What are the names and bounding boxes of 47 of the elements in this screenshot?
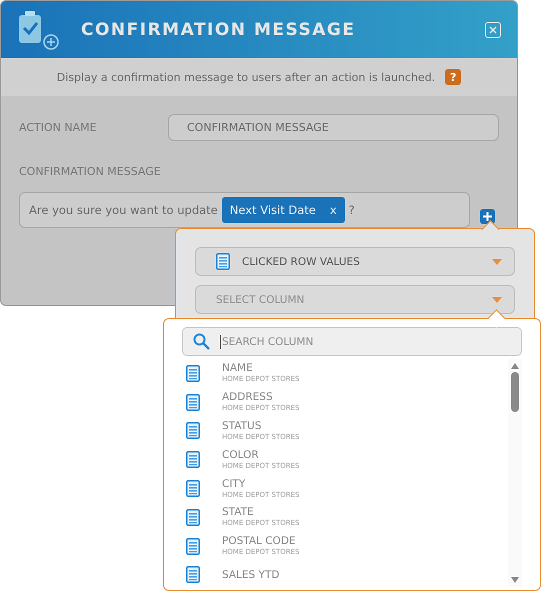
- action-name-field[interactable]: CONFIRMATION MESSAGE: [168, 114, 499, 141]
- remove-tag-button[interactable]: x: [330, 203, 337, 217]
- document-icon: [186, 364, 200, 382]
- column-option[interactable]: SALES YTD: [182, 560, 508, 587]
- message-field[interactable]: Are you sure you want to update Next Visit Date x ?: [19, 192, 470, 228]
- search-input[interactable]: SEARCH COLUMN: [220, 334, 521, 348]
- add-button[interactable]: [480, 208, 495, 224]
- column-name: NAME: [222, 362, 254, 374]
- description-text: Display a confirmation message to users after an action is launched.: [56, 70, 436, 84]
- column-name: POSTAL CODE: [222, 535, 297, 548]
- document-icon: [216, 253, 230, 270]
- column-name: SALES YTD: [222, 568, 280, 581]
- column-name: STATUS: [222, 420, 262, 432]
- document-icon: [186, 394, 200, 411]
- help-badge[interactable]: ?: [445, 69, 462, 85]
- document-icon: [186, 451, 200, 468]
- scrollbar-thumb[interactable]: [511, 372, 519, 412]
- document-icon: [186, 566, 200, 584]
- column-name: COLOR: [222, 448, 260, 461]
- field-label: CONFIRMATION MESSAGE: [19, 165, 162, 178]
- caret-icon: [492, 258, 502, 264]
- close-button[interactable]: [485, 22, 501, 38]
- message-text: Are you sure you want to update: [29, 203, 218, 217]
- source-dropdown[interactable]: CLICKED ROW VALUES: [195, 247, 515, 276]
- document-icon: [186, 538, 200, 555]
- search-icon: [193, 333, 210, 350]
- dropdown-value: CLICKED ROW VALUES: [242, 256, 361, 268]
- clipboard-check-icon: [17, 10, 61, 50]
- column-search-field[interactable]: SEARCH COLUMN: [182, 327, 522, 356]
- dialog-title: CONFIRMATION MESSAGE: [81, 20, 356, 40]
- close-icon: [489, 26, 497, 34]
- column-name: CITY: [222, 478, 246, 490]
- column-dropdown[interactable]: SELECT COLUMN: [195, 285, 515, 314]
- column-name: ADDRESS: [222, 391, 274, 404]
- scroll-up-icon[interactable]: [511, 363, 519, 369]
- scrollbar[interactable]: [508, 359, 522, 587]
- column-name: STATE: [222, 506, 255, 518]
- dropdown-placeholder: SELECT COLUMN: [216, 294, 306, 306]
- message-text: ?: [348, 203, 355, 217]
- document-icon: [186, 480, 200, 498]
- document-icon: [186, 508, 200, 526]
- caret-icon: [492, 296, 502, 302]
- scroll-down-icon[interactable]: [511, 577, 519, 583]
- document-icon: [186, 422, 200, 440]
- plus-icon: [483, 212, 492, 220]
- field-label: ACTION NAME: [19, 121, 98, 134]
- tag-label: Next Visit Date: [230, 203, 316, 217]
